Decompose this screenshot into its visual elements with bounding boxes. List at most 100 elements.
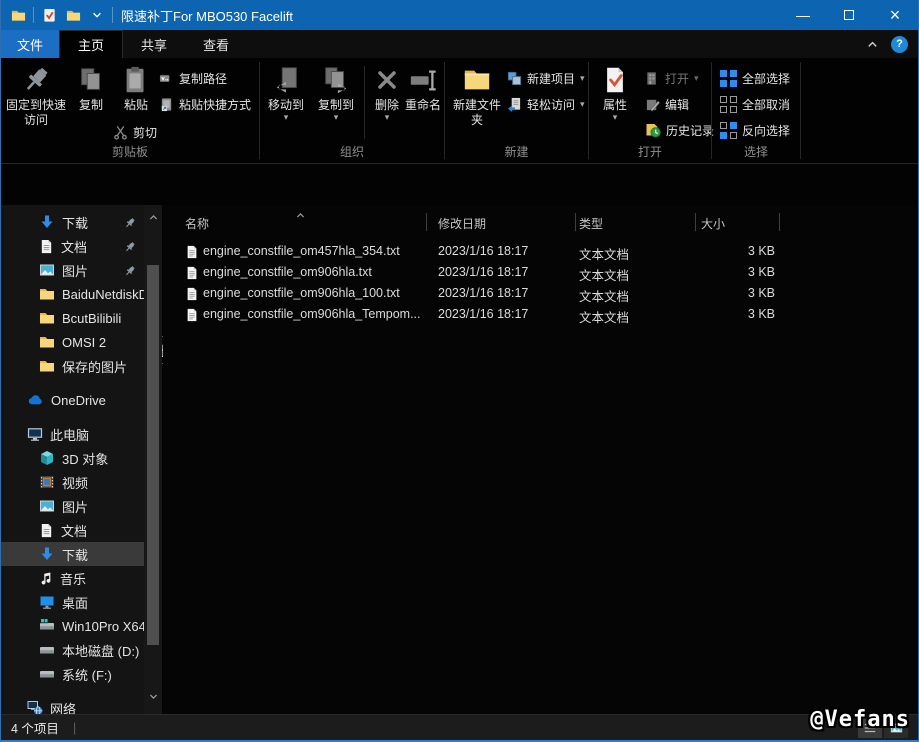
customize-toolbar-chevron-icon[interactable] <box>88 5 106 25</box>
drive-icon <box>39 642 55 659</box>
pin-to-quick-access-button[interactable]: 固定到快速访问 <box>5 62 67 128</box>
table-row[interactable]: engine_constfile_om906hla_Tempom... 2023… <box>163 304 918 325</box>
scroll-up-icon[interactable] <box>147 211 159 223</box>
column-header-type[interactable]: 类型 <box>579 215 603 232</box>
tab-file[interactable]: 文件 <box>1 30 59 58</box>
copy-path-button[interactable]: 复制路径 <box>159 66 227 90</box>
column-divider[interactable] <box>575 213 576 231</box>
sidebar-scrollbar[interactable] <box>144 205 162 714</box>
new-folder-icon[interactable] <box>64 5 82 25</box>
edit-button[interactable]: 编辑 <box>645 92 689 116</box>
scroll-down-icon[interactable] <box>147 690 159 702</box>
paste-button[interactable]: 粘贴 <box>113 62 159 113</box>
sidebar-item-drive-f[interactable]: 系统 (F:) <box>1 662 144 686</box>
dropdown-caret-icon: ▾ <box>613 113 618 121</box>
sidebar-item-desktop[interactable]: 桌面 <box>1 590 144 614</box>
open-button[interactable]: 打开 ▾ <box>645 66 699 90</box>
sidebar-item-system-drive[interactable]: Win10Pro X64 <box>1 614 144 638</box>
copy-to-icon <box>321 62 351 98</box>
rename-button[interactable]: 重命名 <box>402 62 444 113</box>
sidebar-item-music[interactable]: 音乐 <box>1 566 144 590</box>
paste-shortcut-button[interactable]: 粘贴快捷方式 <box>159 92 251 116</box>
group-divider <box>800 62 801 159</box>
text-file-icon <box>185 307 199 322</box>
sidebar-item-3d-objects[interactable]: 3D 对象 <box>1 446 144 470</box>
sidebar-item-saved-pictures[interactable]: 保存的图片 <box>1 354 144 378</box>
pin-icon <box>21 62 51 98</box>
properties-check-icon[interactable] <box>40 5 58 25</box>
tab-view[interactable]: 查看 <box>185 30 247 58</box>
column-divider[interactable] <box>426 213 427 231</box>
history-button[interactable]: 历史记录 <box>645 118 714 142</box>
minimize-button[interactable]: — <box>780 0 826 30</box>
select-all-button[interactable]: 全部选择 <box>720 66 790 90</box>
easy-access-icon <box>507 96 522 111</box>
delete-button[interactable]: 删除 ▾ <box>368 62 406 121</box>
maximize-button[interactable] <box>826 0 872 30</box>
group-label-organize: 组织 <box>260 143 444 160</box>
music-note-icon <box>39 570 53 586</box>
sidebar-item-baidunetdisk[interactable]: BaiduNetdiskD <box>1 282 144 306</box>
toolbar-separator <box>112 7 113 23</box>
sidebar-item-videos[interactable]: 视频 <box>1 470 144 494</box>
column-divider[interactable] <box>695 213 696 231</box>
sidebar-item-this-pc[interactable]: 此电脑 <box>1 422 144 446</box>
copy-button[interactable]: 复制 <box>71 62 111 113</box>
dropdown-caret-icon: ▾ <box>284 113 289 121</box>
close-button[interactable]: × <box>872 0 918 30</box>
select-all-icon <box>720 70 737 87</box>
paste-shortcut-icon <box>159 96 174 111</box>
column-header-size[interactable]: 大小 <box>701 215 725 232</box>
folder-icon <box>39 310 55 327</box>
sidebar-item-bcutbilibili[interactable]: BcutBilibili <box>1 306 144 330</box>
edit-icon <box>645 96 660 111</box>
copy-icon <box>76 62 106 98</box>
folder-icon[interactable] <box>9 5 27 25</box>
help-icon[interactable]: ? <box>891 36 908 53</box>
cube-icon <box>39 450 55 467</box>
text-file-icon <box>185 265 199 280</box>
select-none-button[interactable]: 全部取消 <box>720 92 790 116</box>
column-divider[interactable] <box>779 213 780 231</box>
window-title: 限速补丁For MBO530 Facelift <box>121 6 293 25</box>
new-folder-button[interactable]: 新建文件夹 <box>451 62 503 128</box>
sidebar-item-downloads-pinned[interactable]: 下载 <box>1 210 144 234</box>
pin-icon <box>124 239 136 254</box>
table-row[interactable]: engine_constfile_om906hla_100.txt 2023/1… <box>163 283 918 304</box>
invert-selection-icon <box>720 122 737 139</box>
paste-icon <box>121 62 151 98</box>
copy-to-button[interactable]: 复制到 ▾ <box>312 62 360 121</box>
collapse-ribbon-icon[interactable] <box>866 37 879 51</box>
folder-icon <box>39 286 55 303</box>
new-folder-icon <box>462 62 492 98</box>
sidebar-item-downloads-selected[interactable]: 下载 <box>1 542 144 566</box>
group-label-open: 打开 <box>589 143 711 160</box>
move-to-button[interactable]: 移动到 ▾ <box>262 62 310 121</box>
dropdown-caret-icon: ▾ <box>580 74 585 82</box>
sidebar-item-documents[interactable]: 文档 <box>1 518 144 542</box>
sidebar-item-pictures-pinned[interactable]: 图片 <box>1 258 144 282</box>
folder-icon <box>39 358 55 375</box>
sidebar-item-pictures[interactable]: 图片 <box>1 494 144 518</box>
tab-share[interactable]: 共享 <box>123 30 185 58</box>
table-row[interactable]: engine_constfile_om457hla_354.txt 2023/1… <box>163 241 918 262</box>
sidebar-item-documents-pinned[interactable]: 文档 <box>1 234 144 258</box>
properties-button[interactable]: 属性 ▾ <box>593 62 637 121</box>
column-header-name[interactable]: 名称 <box>185 215 209 232</box>
dropdown-caret-icon: ▾ <box>334 113 339 121</box>
cut-button[interactable]: 剪切 <box>113 120 157 144</box>
easy-access-button[interactable]: 轻松访问 ▾ <box>507 92 585 116</box>
column-header-date[interactable]: 修改日期 <box>438 215 486 232</box>
scrollbar-thumb[interactable] <box>147 265 159 645</box>
sidebar-item-onedrive[interactable]: OneDrive <box>1 388 144 412</box>
table-row[interactable]: engine_constfile_om906hla.txt 2023/1/16 … <box>163 262 918 283</box>
invert-selection-button[interactable]: 反向选择 <box>720 118 790 142</box>
tab-home[interactable]: 主页 <box>59 30 123 58</box>
new-item-button[interactable]: 新建项目 ▾ <box>507 66 585 90</box>
sidebar-item-omsi2[interactable]: OMSI 2 <box>1 330 144 354</box>
document-icon <box>39 238 54 254</box>
sidebar-item-network[interactable]: 网络 <box>1 696 144 714</box>
document-icon <box>39 522 54 538</box>
computer-icon <box>27 426 43 443</box>
sidebar-item-drive-d[interactable]: 本地磁盘 (D:) <box>1 638 144 662</box>
